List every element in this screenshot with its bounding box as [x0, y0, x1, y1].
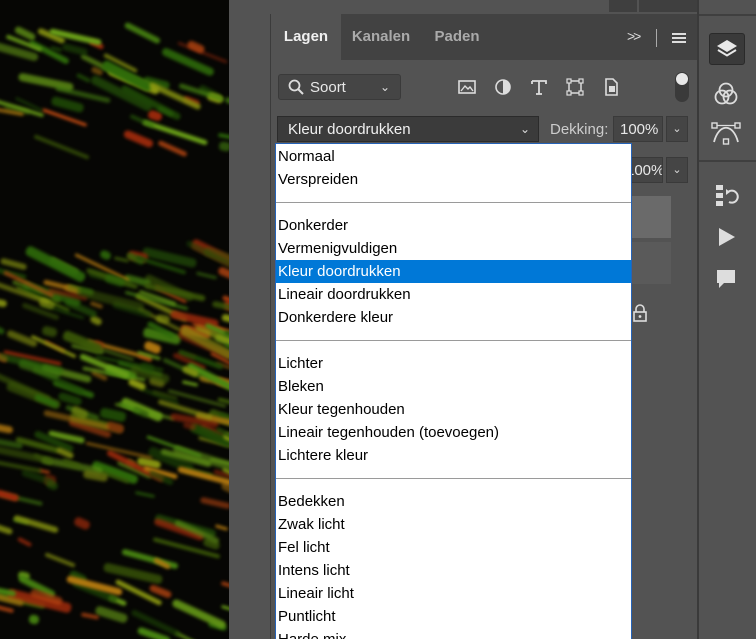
- canvas-image: [0, 0, 229, 639]
- blend-mode-select[interactable]: Kleur doordrukken ⌄: [277, 116, 539, 142]
- adjustment-filter-icon[interactable]: [493, 77, 513, 97]
- blend-mode-option[interactable]: Verspreiden: [276, 168, 631, 191]
- blend-mode-option[interactable]: Bleken: [276, 375, 631, 398]
- panel-menu-icon[interactable]: [672, 33, 686, 43]
- image-streak: [157, 140, 188, 158]
- blend-mode-value: Kleur doordrukken: [288, 121, 411, 138]
- blend-mode-option[interactable]: Kleur doordrukken: [276, 260, 631, 283]
- image-streak: [0, 422, 14, 434]
- chevron-down-icon: ⌄: [519, 122, 530, 136]
- blend-mode-option[interactable]: Lichtere kleur: [276, 444, 631, 467]
- image-streak: [72, 516, 92, 532]
- image-streak: [218, 132, 229, 142]
- opacity-label: Dekking:: [550, 121, 609, 138]
- workspace-gutter: [229, 0, 270, 639]
- image-streak: [49, 95, 85, 114]
- blend-mode-option[interactable]: Lineair licht: [276, 582, 631, 605]
- image-streak: [0, 489, 20, 503]
- tab-lagen[interactable]: Lagen: [271, 14, 341, 60]
- blend-mode-option[interactable]: Lichter: [276, 352, 631, 375]
- image-filter-icon[interactable]: [457, 77, 477, 97]
- image-streak: [122, 128, 155, 149]
- channels-icon[interactable]: [709, 79, 743, 109]
- image-streak: [16, 536, 33, 548]
- filter-kind-select[interactable]: Soort ⌄: [278, 74, 401, 100]
- menu-separator: [276, 202, 631, 203]
- type-filter-icon[interactable]: [529, 77, 549, 97]
- blend-mode-option[interactable]: Normaal: [276, 145, 631, 168]
- blend-mode-option[interactable]: Lineair tegenhouden (toevoegen): [276, 421, 631, 444]
- image-streak: [0, 323, 6, 336]
- image-streak: [214, 524, 228, 532]
- history-icon[interactable]: [709, 180, 743, 210]
- image-streak: [44, 552, 76, 569]
- blend-mode-option[interactable]: Intens licht: [276, 559, 631, 582]
- blend-mode-option[interactable]: Vermenigvuldigen: [276, 237, 631, 260]
- image-streak: [161, 47, 216, 78]
- blend-mode-option[interactable]: Kleur tegenhouden: [276, 398, 631, 421]
- image-streak: [217, 265, 229, 289]
- blend-mode-option[interactable]: Donkerdere kleur: [276, 306, 631, 329]
- lock-icon: [633, 304, 647, 322]
- image-streak: [199, 496, 229, 510]
- panel-top-frame: [229, 0, 699, 14]
- filter-toggle-switch[interactable]: [675, 72, 689, 102]
- image-streak: [0, 297, 8, 308]
- image-streak: [124, 21, 162, 45]
- image-streak: [94, 605, 129, 624]
- image-streak: [41, 325, 58, 339]
- image-streak: [196, 271, 218, 280]
- comments-icon[interactable]: [709, 264, 743, 294]
- image-streak: [102, 562, 164, 585]
- blend-mode-option[interactable]: Lineair doordrukken: [276, 283, 631, 306]
- image-streak: [98, 248, 112, 261]
- panel-tab-bar: Lagen Kanalen Paden >>: [271, 14, 698, 60]
- image-streak: [155, 313, 171, 324]
- image-streak: [134, 491, 155, 499]
- blend-mode-option[interactable]: Fel licht: [276, 536, 631, 559]
- menu-separator: [276, 340, 631, 341]
- image-streak: [89, 301, 104, 310]
- blend-mode-option[interactable]: Harde mix: [276, 628, 631, 639]
- blend-mode-option[interactable]: Bedekken: [276, 490, 631, 513]
- image-streak: [32, 134, 90, 161]
- smart-object-filter-icon[interactable]: [601, 77, 621, 97]
- tab-paden[interactable]: Paden: [421, 14, 493, 60]
- shape-filter-icon[interactable]: [565, 77, 585, 97]
- blend-mode-dropdown: Normaal Verspreiden Donkerder Vermenigvuldi…: [275, 143, 632, 639]
- image-streak: [61, 42, 88, 57]
- filter-kind-label: Soort: [310, 79, 346, 96]
- fill-chevron-icon[interactable]: ⌄: [666, 157, 688, 183]
- blend-mode-option[interactable]: Donkerder: [276, 214, 631, 237]
- image-streak: [27, 614, 40, 625]
- tab-divider: [656, 29, 657, 47]
- image-streak: [12, 514, 59, 535]
- tab-kanalen[interactable]: Kanalen: [341, 14, 421, 60]
- layers-icon[interactable]: [709, 33, 745, 65]
- image-streak: [0, 520, 14, 535]
- right-dock: [699, 0, 756, 639]
- chevron-double-right-icon[interactable]: >>: [627, 28, 641, 44]
- menu-separator: [276, 478, 631, 479]
- image-streak: [181, 379, 199, 387]
- image-streak: [75, 72, 91, 84]
- image-streak: [220, 581, 229, 602]
- actions-play-icon[interactable]: [709, 222, 743, 252]
- image-streak: [170, 598, 227, 631]
- paths-icon[interactable]: [709, 119, 743, 149]
- search-icon: [288, 79, 304, 95]
- image-streak: [221, 604, 229, 613]
- blend-mode-option[interactable]: Zwak licht: [276, 513, 631, 536]
- opacity-chevron-icon[interactable]: ⌄: [666, 116, 688, 142]
- chevron-down-icon: ⌄: [379, 80, 390, 94]
- opacity-input[interactable]: 100%: [613, 116, 663, 142]
- image-streak: [24, 245, 87, 284]
- image-streak: [218, 140, 229, 152]
- blend-mode-option[interactable]: Puntlicht: [276, 605, 631, 628]
- image-streak: [5, 329, 38, 349]
